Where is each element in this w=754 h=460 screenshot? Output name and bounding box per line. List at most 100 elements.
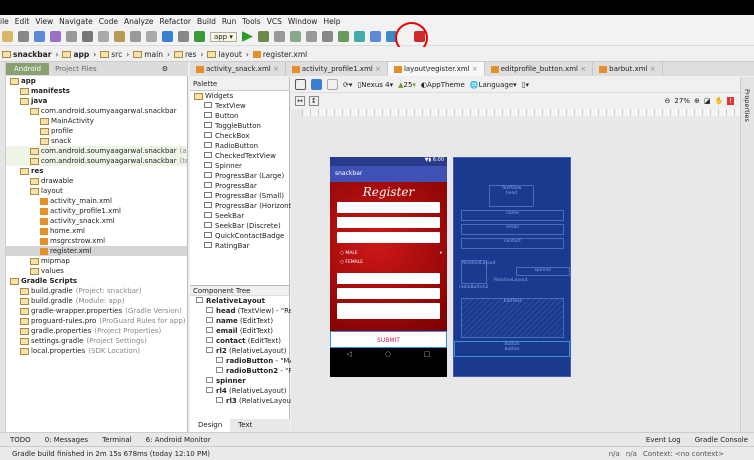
tree-item[interactable]: com.android.soumyaagarwal.snackbar: [6, 106, 187, 116]
palette-item[interactable]: Button: [190, 111, 289, 121]
bp-spinner[interactable]: spinner: [516, 267, 570, 276]
tree-item[interactable]: local.properties (SDK Location): [6, 346, 187, 356]
menu-code[interactable]: Code: [99, 17, 118, 26]
blueprint-preview[interactable]: TextView head name email contact Relativ…: [453, 157, 571, 377]
tree-item[interactable]: msgrcstrow.xml: [6, 236, 187, 246]
component-item[interactable]: contact (EditText): [190, 336, 289, 346]
save-icon[interactable]: [18, 31, 29, 42]
menu-vcs[interactable]: VCS: [267, 17, 282, 26]
pan-icon[interactable]: ✋: [714, 97, 723, 105]
palette-item[interactable]: ProgressBar (Small): [190, 191, 289, 201]
tree-item[interactable]: com.android.soumyaagarwal.snackbar(andro…: [6, 146, 187, 156]
tree-item[interactable]: gradle-wrapper.properties (Gradle Version…: [6, 306, 187, 316]
zoom-in-icon[interactable]: ⊕: [694, 97, 700, 105]
bp-email[interactable]: email: [461, 224, 564, 235]
component-item[interactable]: name (EditText): [190, 316, 289, 326]
palette-item[interactable]: QuickContactBadge: [190, 231, 289, 241]
palette-item[interactable]: ProgressBar (Large): [190, 171, 289, 181]
menu-navigate[interactable]: Navigate: [59, 17, 93, 26]
menu-refactor[interactable]: Refactor: [160, 17, 191, 26]
palette-item[interactable]: SeekBar (Discrete): [190, 221, 289, 231]
editor-tab[interactable]: activity_snack.xml ×: [190, 62, 286, 76]
palette-item[interactable]: ProgressBar: [190, 181, 289, 191]
cut-icon[interactable]: [82, 31, 93, 42]
tree-item[interactable]: snack: [6, 136, 187, 146]
tab-text[interactable]: Text: [230, 419, 260, 432]
bp-button[interactable]: Button button: [454, 341, 570, 357]
menu-build[interactable]: Build: [197, 17, 216, 26]
field-4[interactable]: [337, 273, 440, 284]
tab-project-files[interactable]: Project Files: [55, 65, 97, 73]
tab-android[interactable]: Android: [6, 63, 50, 75]
terminal-tab[interactable]: Terminal: [102, 436, 132, 444]
todo-tab[interactable]: TODO: [10, 436, 31, 444]
both-view-icon[interactable]: [327, 79, 338, 90]
tree-item[interactable]: activity_profile1.xml: [6, 206, 187, 216]
tree-item[interactable]: drawable: [6, 176, 187, 186]
bp-name[interactable]: name: [461, 210, 564, 221]
bp-rl4[interactable]: EditText: [461, 298, 564, 338]
design-view-icon[interactable]: [295, 79, 306, 90]
tree-item[interactable]: gradle.properties (Project Properties): [6, 326, 187, 336]
tree-item[interactable]: profile: [6, 126, 187, 136]
submit-button[interactable]: SUBMIT: [330, 331, 447, 348]
contact-field[interactable]: [337, 232, 440, 243]
palette-item[interactable]: Spinner: [190, 161, 289, 171]
tree-item[interactable]: mipmap: [6, 256, 187, 266]
menu-view[interactable]: View: [35, 17, 53, 26]
radio-female[interactable]: ○ FEMALE: [340, 260, 447, 265]
copy-icon[interactable]: [98, 31, 109, 42]
replace-icon[interactable]: [146, 31, 157, 42]
component-item[interactable]: email (EditText): [190, 326, 289, 336]
spinner-arrow-icon[interactable]: ▾: [440, 251, 442, 256]
tree-item[interactable]: home.xml: [6, 226, 187, 236]
tree-item[interactable]: layout: [6, 186, 187, 196]
paste-icon[interactable]: [114, 31, 125, 42]
blueprint-view-icon[interactable]: [311, 79, 322, 90]
android-monitor-tab[interactable]: 6: Android Monitor: [146, 436, 211, 444]
tree-item[interactable]: manifests: [6, 86, 187, 96]
bp-contact[interactable]: contact: [461, 238, 564, 249]
recents-nav-icon[interactable]: □: [424, 348, 431, 361]
theme-select[interactable]: ◐AppTheme: [421, 81, 465, 89]
field-5[interactable]: [337, 288, 440, 299]
undo-icon[interactable]: [50, 31, 61, 42]
palette-item[interactable]: CheckedTextView: [190, 151, 289, 161]
editor-tab[interactable]: activity_profile1.xml ×: [286, 62, 388, 76]
radio-male[interactable]: ○ MALE: [340, 251, 447, 256]
back-icon[interactable]: [162, 31, 173, 42]
palette-item[interactable]: TextView: [190, 101, 289, 111]
run-icon[interactable]: [241, 31, 253, 42]
tree-item[interactable]: java: [6, 96, 187, 106]
redo-icon[interactable]: [66, 31, 77, 42]
tree-item[interactable]: Gradle Scripts: [6, 276, 187, 286]
palette-item[interactable]: CheckBox: [190, 131, 289, 141]
tree-item[interactable]: app: [6, 76, 187, 86]
crumb-res[interactable]: res: [173, 50, 196, 59]
close-icon[interactable]: ×: [472, 65, 478, 73]
language-select[interactable]: 🌐Language▾: [470, 81, 517, 89]
editor-tab[interactable]: layout\register.xml ×: [387, 62, 485, 76]
palette-item[interactable]: RatingBar: [190, 241, 289, 251]
gear-icon[interactable]: ⚙: [162, 65, 168, 73]
tree-item[interactable]: proguard-rules.pro (ProGuard Rules for ap…: [6, 316, 187, 326]
api-select[interactable]: ▲25▾: [398, 81, 416, 89]
avd-manager-icon[interactable]: [337, 31, 349, 42]
crumb-file[interactable]: register.xml: [252, 50, 307, 59]
editor-tab[interactable]: editprofile_button.xml ×: [485, 62, 594, 76]
tree-item[interactable]: register.xml: [6, 246, 187, 256]
tree-item[interactable]: com.android.soumyaagarwal.snackbar(test): [6, 156, 187, 166]
home-nav-icon[interactable]: ○: [385, 348, 391, 361]
component-item[interactable]: head (TextView) - "Reg: [190, 306, 297, 316]
crumb-main[interactable]: main: [133, 50, 163, 59]
bp-head[interactable]: TextView head: [489, 185, 534, 207]
palette-group-widgets[interactable]: Widgets: [190, 91, 289, 101]
tree-item[interactable]: MainActivity: [6, 116, 187, 126]
palette-item[interactable]: ProgressBar (Horizontal): [190, 201, 300, 211]
properties-strip[interactable]: Properties: [740, 77, 754, 432]
tree-item[interactable]: settings.gradle (Project Settings): [6, 336, 187, 346]
bp-rl[interactable]: RelativeLayout: [461, 260, 495, 284]
open-icon[interactable]: [2, 31, 13, 42]
find-icon[interactable]: [130, 31, 141, 42]
name-field[interactable]: [337, 202, 440, 213]
